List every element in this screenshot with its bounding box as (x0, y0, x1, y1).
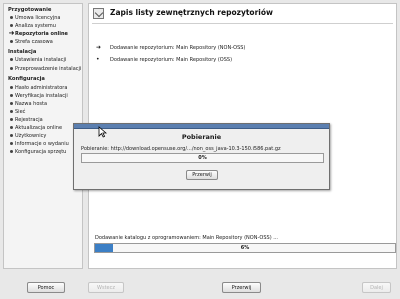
download-progress-percent: 0% (198, 155, 207, 161)
sidebar-section-title: Przygotowanie (8, 7, 52, 13)
dialog-cancel-button[interactable]: Przerwij (186, 170, 218, 180)
sidebar-item-label: Ustawienia instalacji (15, 56, 67, 63)
repo-step-item: ➜ Dodawanie repozytorium: Main Repositor… (96, 44, 245, 51)
dialog-title: Pobieranie (181, 133, 222, 141)
catalog-progress-bar: 6% (94, 243, 396, 253)
abort-button[interactable]: Przerwij (222, 282, 261, 293)
download-progress-bar: 0% (81, 153, 324, 163)
sidebar-item-timezone: Strefa czasowa (8, 38, 53, 45)
arrow-right-icon: ➜ (96, 44, 102, 51)
catalog-progress-percent: 6% (240, 245, 250, 251)
bullet-icon (8, 102, 15, 105)
sidebar-item-label: Weryfikacja instalacji (15, 92, 68, 99)
sidebar-item-release-notes: Informacje o wydaniu (8, 140, 69, 147)
bullet-icon (8, 142, 15, 145)
sidebar-item-label: Przeprowadzenie instalacji (15, 65, 82, 72)
bullet-icon (8, 40, 15, 43)
sidebar-item-label: Nazwa hosta (15, 100, 48, 107)
bullet-icon (8, 126, 15, 129)
bullet-icon (8, 67, 15, 70)
sidebar-item-label: Informacje o wydaniu (15, 140, 69, 147)
back-button[interactable]: Wstecz (88, 282, 124, 293)
bullet-icon (8, 110, 15, 113)
sidebar-item-hostname: Nazwa hosta (8, 100, 47, 107)
bullet-icon (8, 134, 15, 137)
bullet-icon (8, 86, 15, 89)
title-divider (92, 23, 393, 24)
sidebar-item-label: Analiza systemu (15, 22, 56, 29)
repo-step-label: Dodawanie repozytorium: Main Repository … (110, 56, 233, 63)
bullet-icon (8, 16, 15, 19)
sidebar-item-label: Rejestracja (15, 116, 43, 123)
catalog-progress-label: Dodawanie katalogu z oprogramowaniem: Ma… (95, 235, 279, 241)
sidebar-item-perform-install: Przeprowadzenie instalacji (8, 65, 81, 72)
bullet-icon (8, 118, 15, 121)
bullet-icon (8, 150, 15, 153)
repo-step-label: Dodawanie repozytorium: Main Repository … (110, 44, 246, 51)
sidebar-item-label: Strefa czasowa (15, 38, 53, 45)
sidebar-section-title: Instalacja (8, 49, 37, 55)
sidebar-item-label: Repozytoria online (15, 30, 68, 37)
sidebar-item-label: Hasło administratora (15, 84, 68, 91)
sidebar-item-online-repos: ➜ Repozytoria online (8, 30, 68, 37)
dialog-titlebar (74, 124, 329, 129)
sidebar-item-registration: Rejestracja (8, 116, 43, 123)
sidebar-item-label: Aktualizacja online (15, 124, 63, 131)
page-title: Zapis listy zewnętrznych repozytoriów (110, 8, 273, 17)
sidebar-item-install-verification: Weryfikacja instalacji (8, 92, 68, 99)
sidebar-item-label: Konfiguracja sprzętu (15, 148, 67, 155)
bullet-icon (8, 94, 15, 97)
sidebar-item-users: Użytkownicy (8, 132, 46, 139)
repo-step-item: • Dodawanie repozytorium: Main Repositor… (96, 56, 232, 63)
sidebar-item-label: Użytkownicy (15, 132, 47, 139)
sidebar-item-label: Sieć (15, 108, 26, 115)
sidebar-item-system-analysis: Analiza systemu (8, 22, 56, 29)
sidebar-item-install-settings: Ustawienia instalacji (8, 56, 66, 63)
sidebar-item-license: Umowa licencyjna (8, 14, 60, 21)
sidebar-item-root-password: Hasło administratora (8, 84, 67, 91)
window-arrow-icon (93, 8, 104, 19)
mouse-cursor-icon (98, 126, 107, 138)
sidebar-item-online-update: Aktualizacja online (8, 124, 62, 131)
next-button[interactable]: Dalej (362, 282, 391, 293)
bullet-icon (8, 58, 15, 61)
sidebar-item-network: Sieć (8, 108, 25, 115)
bullet-icon: • (96, 56, 100, 63)
download-dialog: Pobieranie Pobieranie: http://download.o… (73, 123, 330, 190)
download-label: Pobieranie: http://download.opensuse.org… (81, 146, 281, 152)
sidebar-item-label: Umowa licencyjna (15, 14, 61, 21)
arrow-right-icon: ➜ (8, 29, 15, 37)
bullet-icon (8, 24, 15, 27)
sidebar-section-title: Konfiguracja (8, 76, 45, 82)
sidebar-item-hardware-config: Konfiguracja sprzętu (8, 148, 66, 155)
sidebar: Przygotowanie Umowa licencyjna Analiza s… (3, 3, 83, 269)
help-button[interactable]: Pomoc (27, 282, 65, 293)
